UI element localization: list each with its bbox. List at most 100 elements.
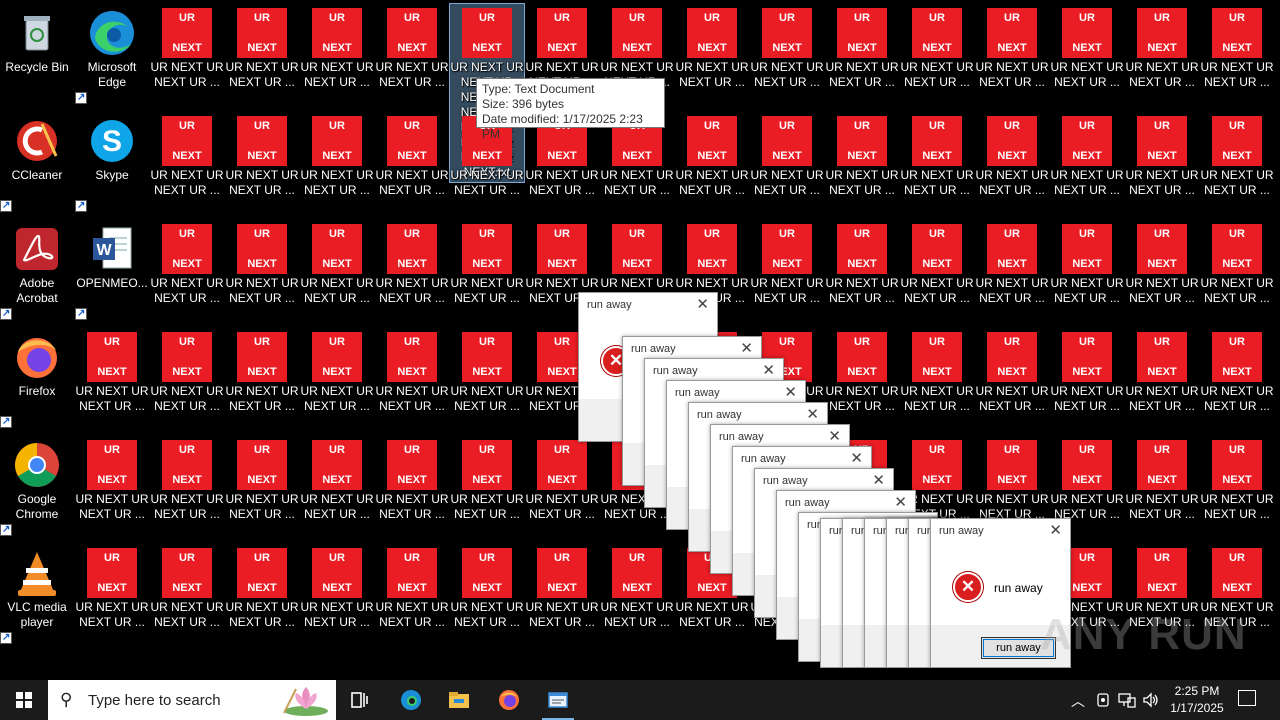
file-explorer-button[interactable] [435, 680, 483, 720]
close-icon[interactable]: ✕ [806, 405, 819, 423]
text-file-icon-item[interactable]: UR NEXT UR NEXT UR NEXT UR ... [1200, 328, 1274, 428]
desktop-shortcut-ccleaner[interactable]: CCleaner [0, 112, 74, 213]
text-file-icon-item[interactable]: UR NEXT UR NEXT UR NEXT UR ... [450, 436, 524, 536]
text-file-icon-item[interactable]: UR NEXT UR NEXT UR NEXT UR ... [975, 220, 1049, 320]
desktop-shortcut-vlc[interactable]: VLC media player [0, 544, 74, 645]
volume-icon[interactable] [1142, 692, 1160, 708]
desktop-shortcut-firefox[interactable]: Firefox [0, 328, 74, 429]
text-file-icon-item[interactable]: UR NEXT UR NEXT UR NEXT UR ... [1200, 112, 1274, 212]
text-file-icon-item[interactable]: UR NEXT UR NEXT UR NEXT UR ... [750, 112, 824, 212]
device-icon[interactable] [1095, 692, 1111, 708]
text-file-icon-item[interactable]: UR NEXT UR NEXT UR NEXT UR ... [1125, 328, 1199, 428]
close-icon[interactable]: ✕ [1049, 521, 1062, 539]
text-file-icon-item[interactable]: UR NEXT UR NEXT UR NEXT UR ... [375, 220, 449, 320]
text-file-icon-item[interactable]: UR NEXT UR NEXT UR NEXT UR ... [375, 328, 449, 428]
close-icon[interactable]: ✕ [872, 471, 885, 489]
notepad-taskbar-button[interactable] [534, 680, 582, 720]
text-file-icon-item[interactable]: UR NEXT UR NEXT UR NEXT UR ... [525, 544, 599, 644]
text-file-icon-item[interactable]: UR NEXT UR NEXT UR NEXT UR ... [150, 220, 224, 320]
text-file-icon-item[interactable]: UR NEXT UR NEXT UR NEXT UR ... [1125, 4, 1199, 104]
text-file-icon-item[interactable]: UR NEXT UR NEXT UR NEXT UR ... [300, 112, 374, 212]
text-file-icon-item[interactable]: UR NEXT UR NEXT UR NEXT UR ... [600, 544, 674, 644]
task-view-button[interactable] [336, 680, 384, 720]
text-file-icon-item[interactable]: UR NEXT UR NEXT UR NEXT UR ... [900, 220, 974, 320]
text-file-icon-item[interactable]: UR NEXT UR NEXT UR NEXT UR ... [75, 328, 149, 428]
close-icon[interactable]: ✕ [894, 493, 907, 511]
text-file-icon-item[interactable]: UR NEXT UR NEXT UR NEXT UR ... [1200, 4, 1274, 104]
text-file-icon-item[interactable]: UR NEXT UR NEXT UR NEXT UR ... [900, 112, 974, 212]
close-icon[interactable]: ✕ [828, 427, 841, 445]
text-file-icon-item[interactable]: UR NEXT UR NEXT UR NEXT UR ... [375, 4, 449, 104]
text-file-icon-item[interactable]: UR NEXT UR NEXT UR NEXT UR ... [225, 112, 299, 212]
desktop-shortcut-acrobat[interactable]: Adobe Acrobat [0, 220, 74, 321]
close-icon[interactable]: ✕ [762, 361, 775, 379]
text-file-icon-item[interactable]: UR NEXT UR NEXT UR NEXT UR ... [825, 328, 899, 428]
text-file-icon-item[interactable]: UR NEXT UR NEXT UR NEXT UR ... [1050, 220, 1124, 320]
text-file-icon-item[interactable]: UR NEXT UR NEXT UR NEXT UR ... [1200, 220, 1274, 320]
text-file-icon-item[interactable]: UR NEXT UR NEXT UR NEXT UR ... [675, 112, 749, 212]
text-file-icon-item[interactable]: UR NEXT UR NEXT UR NEXT UR ... [825, 112, 899, 212]
text-file-icon-item[interactable]: UR NEXT UR NEXT UR NEXT UR ... [1125, 436, 1199, 536]
text-file-icon-item[interactable]: UR NEXT UR NEXT UR NEXT UR ... [375, 112, 449, 212]
text-file-icon-item[interactable]: UR NEXT UR NEXT UR NEXT UR ... [225, 4, 299, 104]
start-button[interactable] [0, 680, 48, 720]
text-file-icon-item[interactable]: UR NEXT UR NEXT UR NEXT UR ... [75, 544, 149, 644]
text-file-icon-item[interactable]: UR NEXT UR NEXT UR NEXT UR ... [375, 544, 449, 644]
text-file-icon-item[interactable]: UR NEXT UR NEXT UR NEXT UR ... [750, 4, 824, 104]
text-file-icon-item[interactable]: UR NEXT UR NEXT UR NEXT UR ... [1050, 112, 1124, 212]
text-file-icon-item[interactable]: UR NEXT UR NEXT UR NEXT UR ... [300, 544, 374, 644]
taskbar-search[interactable]: ⚲ Type here to search [48, 680, 336, 720]
text-file-icon-item[interactable]: UR NEXT UR NEXT UR NEXT UR ... [150, 328, 224, 428]
file-label: UR NEXT UR NEXT UR ... [825, 276, 899, 305]
text-file-icon-item[interactable]: UR NEXT UR NEXT UR NEXT UR ... [1050, 328, 1124, 428]
notification-icon[interactable] [1238, 690, 1256, 706]
desktop-shortcut-chrome[interactable]: Google Chrome [0, 436, 74, 537]
text-file-icon-item[interactable]: UR NEXT UR NEXT UR NEXT UR ... [225, 544, 299, 644]
text-file-icon-item[interactable]: UR NEXT UR NEXT UR NEXT UR ... [900, 328, 974, 428]
text-file-icon-item[interactable]: UR NEXT UR NEXT UR NEXT UR ... [1200, 436, 1274, 536]
text-file-icon-item[interactable]: UR NEXT UR NEXT UR NEXT UR ... [900, 4, 974, 104]
desktop-shortcut-word-document[interactable]: W OPENMEO... [75, 220, 149, 321]
text-file-icon-item[interactable]: UR NEXT UR NEXT UR NEXT UR ... [1125, 112, 1199, 212]
text-file-icon-item[interactable]: UR NEXT UR NEXT UR NEXT UR ... [225, 328, 299, 428]
text-file-icon-item[interactable]: UR NEXT UR NEXT UR NEXT UR ... [675, 4, 749, 104]
text-file-icon-item[interactable]: UR NEXT UR NEXT UR NEXT UR ... [1125, 220, 1199, 320]
text-file-icon-item[interactable]: UR NEXT UR NEXT UR NEXT UR ... [150, 436, 224, 536]
close-icon[interactable]: ✕ [784, 383, 797, 401]
text-file-icon-item[interactable]: UR NEXT UR NEXT UR NEXT UR ... [75, 436, 149, 536]
text-file-icon-item[interactable]: UR NEXT UR NEXT UR NEXT UR ... [225, 436, 299, 536]
system-clock[interactable]: 2:25 PM 1/17/2025 [1162, 683, 1232, 717]
text-file-icon-item[interactable]: UR NEXT UR NEXT UR NEXT UR ... [525, 436, 599, 536]
text-file-icon-item[interactable]: UR NEXT UR NEXT UR NEXT UR ... [975, 112, 1049, 212]
text-file-icon-item[interactable]: UR NEXT UR NEXT UR NEXT UR ... [450, 328, 524, 428]
text-file-icon-item[interactable]: UR NEXT UR NEXT UR NEXT UR ... [975, 328, 1049, 428]
desktop-shortcut-recycle-bin[interactable]: Recycle Bin [0, 4, 74, 104]
desktop-shortcut-skype[interactable]: S Skype [75, 112, 149, 213]
text-file-icon-item[interactable]: UR NEXT UR NEXT UR NEXT UR ... [300, 328, 374, 428]
text-file-icon-item[interactable]: UR NEXT UR NEXT UR NEXT UR ... [300, 220, 374, 320]
text-file-icon-item[interactable]: UR NEXT UR NEXT UR NEXT UR ... [825, 4, 899, 104]
close-icon[interactable]: ✕ [850, 449, 863, 467]
close-icon[interactable]: ✕ [740, 339, 753, 357]
text-file-icon-item[interactable]: UR NEXT UR NEXT UR NEXT UR ... [150, 4, 224, 104]
file-label: UR NEXT UR NEXT UR ... [1050, 384, 1124, 413]
text-file-icon-item[interactable]: UR NEXT UR NEXT UR NEXT UR ... [150, 544, 224, 644]
text-file-icon-item[interactable]: UR NEXT UR NEXT UR NEXT UR ... [300, 4, 374, 104]
text-file-icon-item[interactable]: UR NEXT UR NEXT UR NEXT UR ... [375, 436, 449, 536]
close-icon[interactable]: ✕ [696, 295, 709, 313]
text-file-icon-item[interactable]: UR NEXT UR NEXT UR NEXT UR ... [1050, 4, 1124, 104]
text-file-icon-item[interactable]: UR NEXT UR NEXT UR NEXT UR ... [450, 220, 524, 320]
text-file-icon-item[interactable]: UR NEXT UR NEXT UR NEXT UR ... [225, 220, 299, 320]
desktop-shortcut-edge[interactable]: Microsoft Edge [75, 4, 149, 105]
tile-bottom-text: NEXT [1222, 42, 1252, 54]
text-file-icon-item[interactable]: UR NEXT UR NEXT UR NEXT UR ... [450, 544, 524, 644]
chevron-up-icon[interactable]: ︿ [1071, 691, 1085, 711]
text-file-icon-item[interactable]: UR NEXT UR NEXT UR NEXT UR ... [300, 436, 374, 536]
network-icon[interactable] [1118, 692, 1136, 708]
text-file-icon-item[interactable]: UR NEXT UR NEXT UR NEXT UR ... [150, 112, 224, 212]
text-file-icon-item[interactable]: UR NEXT UR NEXT UR NEXT UR ... [975, 4, 1049, 104]
text-file-icon-item[interactable]: UR NEXT UR NEXT UR NEXT UR ... [750, 220, 824, 320]
firefox-taskbar-button[interactable] [485, 680, 533, 720]
text-file-icon-item[interactable]: UR NEXT UR NEXT UR NEXT UR ... [825, 220, 899, 320]
edge-taskbar-button[interactable] [387, 680, 435, 720]
